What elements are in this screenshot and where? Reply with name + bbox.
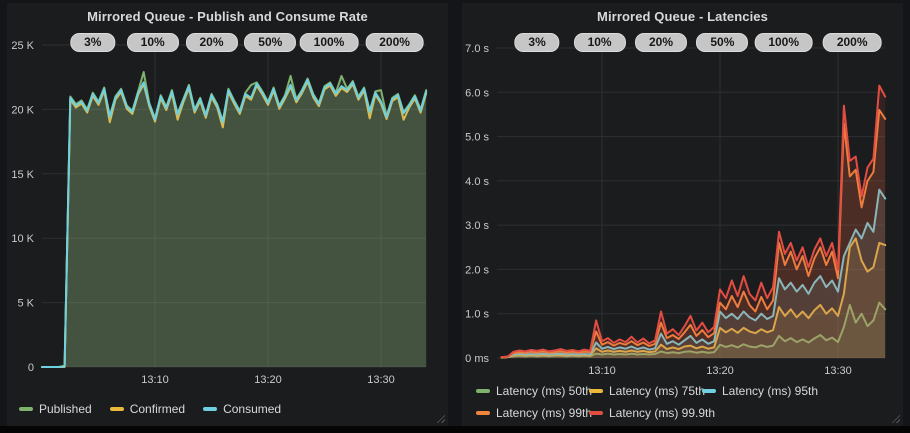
y-tick-label: 1.0 s (465, 309, 489, 321)
y-tick-label: 0 (28, 362, 34, 374)
y-tick-label: 25 K (11, 40, 34, 52)
x-tick-label: 13:20 (254, 374, 282, 386)
y-tick-label: 4.0 s (465, 176, 489, 188)
legend-label: Consumed (223, 402, 281, 416)
x-tick-label: 13:10 (588, 365, 616, 377)
panel-publish-consume-rate: Mirrored Queue - Publish and Consume Rat… (7, 3, 448, 426)
annotation-pill-10-percent[interactable]: 10% (574, 33, 626, 52)
y-tick-label: 5.0 s (465, 132, 489, 144)
legend-swatch (19, 407, 33, 411)
annotation-pill-3-percent[interactable]: 3% (514, 33, 559, 52)
legend-item-latency-ms-99th[interactable]: Latency (ms) 99th (476, 406, 589, 420)
latency-chart-canvas[interactable]: 0 ms 1.0 s 2.0 s 3.0 s 4.0 s 5.0 s 6.0 s 7.0 s 1… (462, 3, 903, 426)
annotation-pill-20-percent[interactable]: 20% (635, 33, 687, 52)
legend-label: Latency (ms) 99.9th (609, 406, 715, 420)
y-tick-label: 6.0 s (465, 87, 489, 99)
rate-chart-canvas[interactable]: 0 5 K 10 K 15 K 20 K 25 K 13:10 13:20 13:30 (7, 3, 448, 426)
grafana-dashboard: Mirrored Queue - Publish and Consume Rat… (0, 0, 910, 426)
y-tick-label: 0 ms (465, 353, 489, 365)
series-latency-ms-99-9th (502, 86, 886, 358)
annotation-pill-20-percent[interactable]: 20% (185, 33, 237, 52)
latency-chart-legend: Latency (ms) 50th Latency (ms) 75th Latenc… (476, 384, 815, 420)
annotation-pill-3-percent[interactable]: 3% (70, 33, 115, 52)
legend-item-latency-ms-75th[interactable]: Latency (ms) 75th (589, 384, 702, 398)
annotation-pill-100-percent[interactable]: 100% (754, 33, 813, 52)
legend-swatch (110, 407, 124, 411)
legend-swatch (589, 389, 603, 393)
legend-item-confirmed[interactable]: Confirmed (110, 402, 185, 416)
y-tick-label: 7.0 s (465, 43, 489, 55)
annotation-pill-50-percent[interactable]: 50% (244, 33, 296, 52)
legend-item-latency-ms-99-9th[interactable]: Latency (ms) 99.9th (589, 406, 702, 420)
y-tick-label: 20 K (11, 104, 34, 116)
legend-item-consumed[interactable]: Consumed (203, 402, 281, 416)
legend-label: Latency (ms) 75th (609, 384, 705, 398)
y-tick-label: 2.0 s (465, 264, 489, 276)
x-tick-label: 13:30 (824, 365, 852, 377)
annotation-pill-200-percent[interactable]: 200% (365, 33, 424, 52)
x-tick-label: 13:20 (706, 365, 734, 377)
y-tick-label: 3.0 s (465, 220, 489, 232)
legend-label: Latency (ms) 50th (496, 384, 592, 398)
annotation-pill-200-percent[interactable]: 200% (823, 33, 882, 52)
y-tick-label: 15 K (11, 169, 34, 181)
panel-latencies: Mirrored Queue - Latencies 0 ms1.0 s2.0 … (462, 3, 903, 426)
series-consumed (42, 80, 426, 367)
annotation-pill-50-percent[interactable]: 50% (696, 33, 748, 52)
y-tick-label: 5 K (17, 298, 34, 310)
legend-swatch (589, 411, 603, 415)
annotation-pill-10-percent[interactable]: 10% (127, 33, 179, 52)
legend-item-latency-ms-50th[interactable]: Latency (ms) 50th (476, 384, 589, 398)
legend-swatch (476, 411, 490, 415)
y-tick-label: 10 K (11, 233, 34, 245)
x-tick-label: 13:10 (141, 374, 169, 386)
legend-swatch (702, 389, 716, 393)
legend-label: Published (39, 402, 92, 416)
legend-label: Confirmed (130, 402, 185, 416)
legend-item-published[interactable]: Published (19, 402, 92, 416)
legend-swatch (203, 407, 217, 411)
rate-chart-legend: Published Confirmed Consumed (19, 402, 281, 416)
legend-item-latency-ms-95th[interactable]: Latency (ms) 95th (702, 384, 815, 398)
x-tick-label: 13:30 (367, 374, 395, 386)
annotation-pill-100-percent[interactable]: 100% (300, 33, 359, 52)
legend-label: Latency (ms) 95th (722, 384, 818, 398)
legend-swatch (476, 389, 490, 393)
legend-label: Latency (ms) 99th (496, 406, 592, 420)
